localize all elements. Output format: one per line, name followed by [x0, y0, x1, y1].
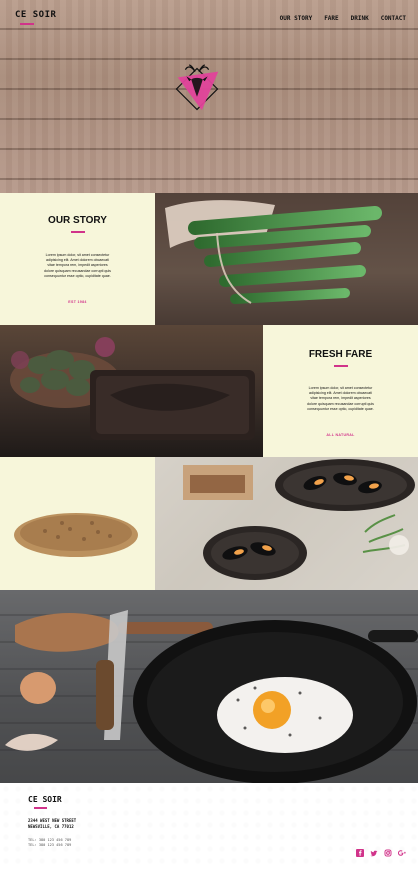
nav-item-drink[interactable]: DRINK	[351, 15, 369, 22]
tea-illustration	[10, 337, 255, 440]
seeds-illustration	[14, 513, 138, 557]
facebook-icon[interactable]	[356, 849, 364, 857]
social-links	[356, 849, 406, 857]
fresh-fare-underline	[333, 365, 348, 367]
ingredients-section	[0, 457, 418, 590]
nav-item-our-story[interactable]: OUR STORY	[280, 15, 313, 22]
fresh-fare-section: FRESH FARE Lorem ipsum dolor, sit amet c…	[0, 325, 418, 457]
brand-logo-text[interactable]: CE SOIR	[15, 10, 56, 20]
seeds-photo	[0, 457, 155, 590]
nav-item-contact[interactable]: CONTACT	[381, 15, 406, 22]
fresh-fare-text-panel: FRESH FARE Lorem ipsum dolor, sit amet c…	[263, 325, 418, 457]
tea-photo	[0, 325, 263, 457]
deer-logo-icon	[175, 64, 219, 111]
fresh-fare-tagline: ALL NATURAL	[326, 433, 355, 437]
asparagus-photo	[155, 193, 418, 325]
mussels-illustration	[155, 457, 418, 590]
footer-brand[interactable]: CE SOIR	[28, 795, 62, 804]
our-story-text-panel: OUR STORY Lorem ipsum dolor, sit amet co…	[0, 193, 155, 325]
footer: CE SOIR 2344 WEST NEW STREET NEWSVILLE, …	[0, 783, 418, 869]
footer-phone-line-2: TEL: 380 123 456 789	[28, 843, 72, 847]
egg-section	[0, 590, 418, 783]
twitter-icon[interactable]	[370, 849, 378, 857]
page: CE SOIR OUR STORY FARE DRINK CONTACT OUR…	[0, 0, 418, 869]
instagram-icon[interactable]	[384, 849, 392, 857]
footer-phone: TEL: 380 123 456 789 TEL: 380 123 456 78…	[28, 838, 71, 848]
brand-underline	[20, 23, 34, 25]
our-story-body: Lorem ipsum dolor, sit amet consectetur …	[44, 253, 111, 278]
footer-address-line-2: NEWSVILLE, CA 77012	[28, 824, 74, 829]
our-story-underline	[70, 231, 85, 233]
footer-address: 2344 WEST NEW STREET NEWSVILLE, CA 77012	[28, 818, 76, 830]
fresh-fare-body: Lorem ipsum dolor, sit amet consectetur …	[307, 386, 374, 411]
our-story-title: OUR STORY	[48, 215, 107, 226]
our-story-tagline: EST 1984	[68, 300, 87, 304]
asparagus-illustration	[155, 193, 418, 325]
hero-banner: CE SOIR OUR STORY FARE DRINK CONTACT	[0, 0, 418, 193]
our-story-section: OUR STORY Lorem ipsum dolor, sit amet co…	[0, 193, 418, 325]
google-plus-icon[interactable]	[398, 849, 406, 857]
nav-item-fare[interactable]: FARE	[324, 15, 338, 22]
top-nav: OUR STORY FARE DRINK CONTACT	[280, 15, 406, 22]
egg-illustration	[0, 590, 418, 783]
footer-underline	[34, 807, 47, 809]
mussels-photo	[155, 457, 418, 590]
fresh-fare-title: FRESH FARE	[308, 349, 373, 360]
